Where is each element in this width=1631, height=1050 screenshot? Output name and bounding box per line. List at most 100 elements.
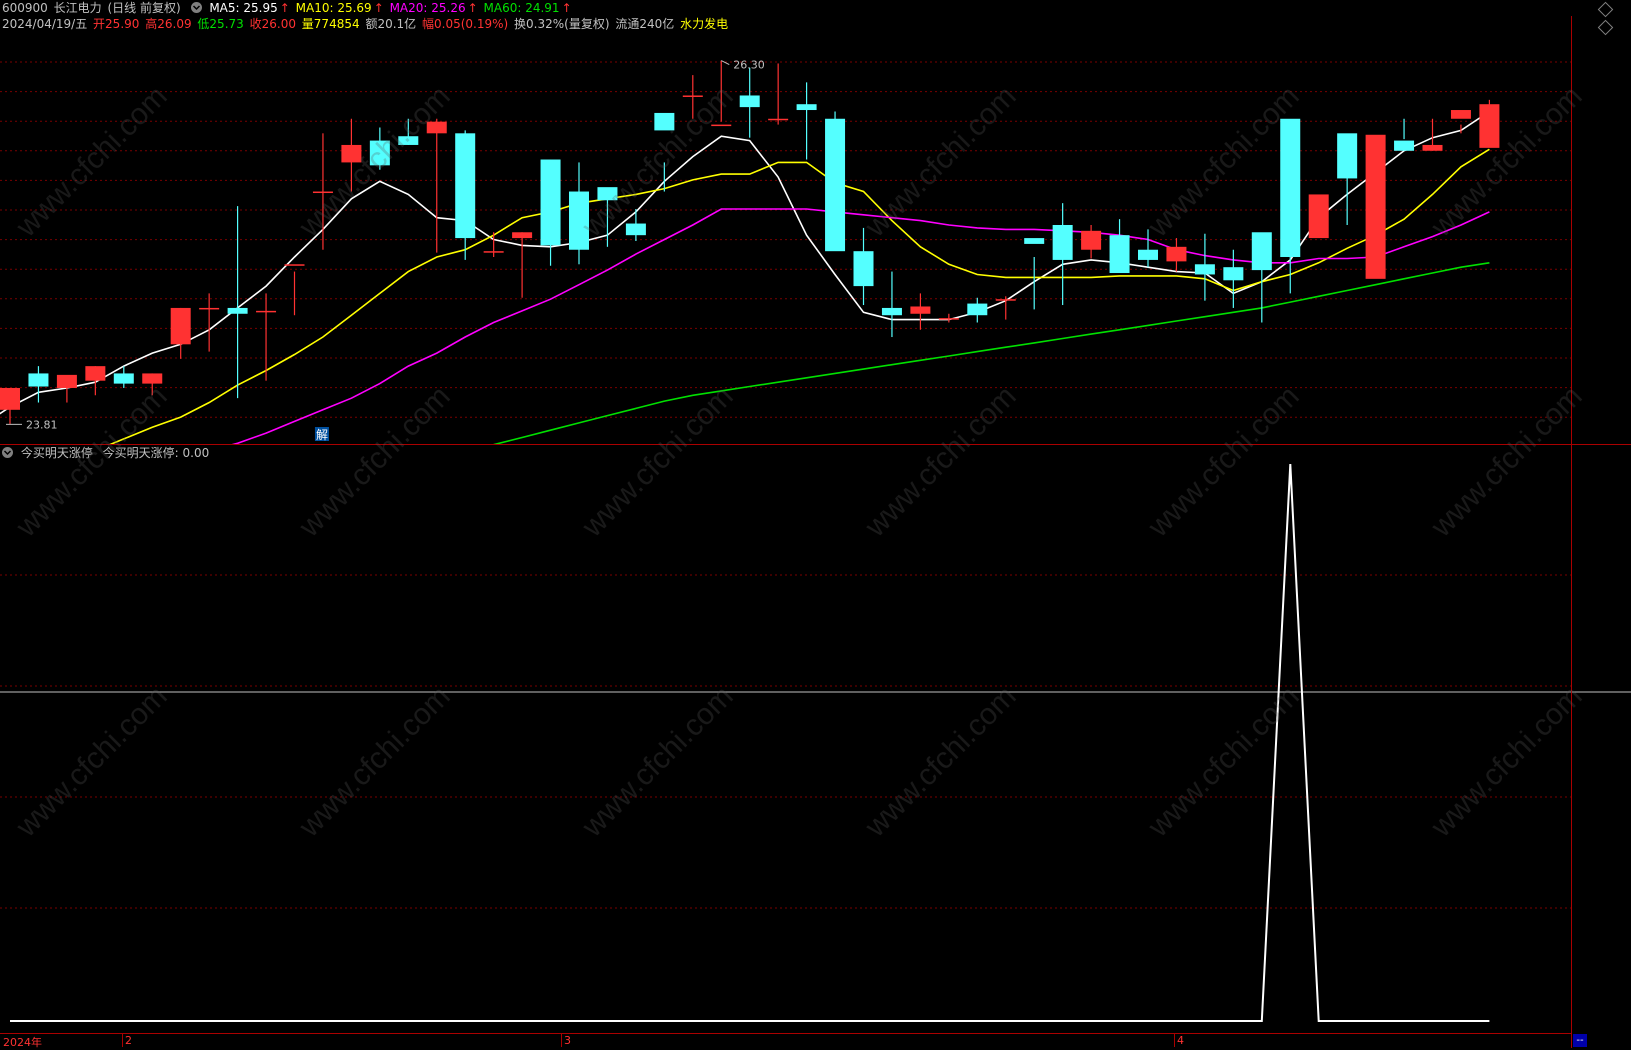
candle-body (711, 124, 732, 127)
candle[interactable] (1280, 118, 1301, 294)
kline-chart[interactable]: 26.30 23.81 解 (0, 38, 1631, 444)
date-tick-mar (561, 1034, 562, 1047)
volume: 量774854 (301, 17, 360, 31)
candle[interactable] (540, 159, 561, 266)
indicator-toggle-icon[interactable] (2, 447, 13, 458)
ma5-label: MA5: 25.95 (209, 1, 278, 15)
candle[interactable] (398, 118, 419, 145)
change: 幅0.05(0.19%) (422, 17, 509, 31)
candle-body (426, 121, 447, 134)
indicator-name: 今买明天涨停 (20, 446, 93, 460)
date-label-feb: 2 (125, 1034, 132, 1047)
indicator-header: 今买明天涨停 今买明天涨停: 0.00 (2, 445, 211, 461)
candle-body (483, 251, 504, 253)
candle[interactable] (1052, 203, 1073, 306)
candle-body (1138, 249, 1158, 260)
candle[interactable] (1422, 118, 1443, 151)
amount: 额20.1亿 (365, 17, 417, 31)
candle[interactable] (455, 130, 476, 260)
candle-body (1394, 140, 1415, 151)
candle-body (1223, 267, 1244, 281)
candle[interactable] (1365, 134, 1386, 279)
candle-body (654, 112, 675, 131)
max-annotation-pointer-icon (721, 60, 730, 65)
candle-body (881, 307, 902, 316)
candle[interactable] (1194, 233, 1215, 301)
candle[interactable] (142, 373, 163, 396)
candle[interactable] (1308, 194, 1329, 239)
ma60-label: MA60: 24.91 (483, 1, 560, 15)
candle[interactable] (199, 293, 220, 352)
candle[interactable] (512, 232, 533, 298)
candle[interactable] (426, 118, 447, 253)
candle-body (1194, 264, 1215, 275)
candle-body (1337, 133, 1358, 179)
date-axis-button[interactable]: -- (1573, 1034, 1587, 1047)
candle-body (1450, 110, 1471, 119)
candle-body (938, 318, 959, 320)
candle[interactable] (938, 313, 959, 323)
candle-body (170, 307, 191, 345)
candle[interactable] (739, 67, 760, 138)
candle[interactable] (796, 82, 817, 160)
candle-body (398, 136, 419, 145)
candle-body (227, 307, 248, 314)
candle[interactable] (1166, 238, 1187, 272)
collapse-diamond-icon[interactable] (1597, 19, 1614, 36)
indicator-chart[interactable] (0, 460, 1631, 1033)
pane-separator[interactable] (0, 444, 1631, 445)
candle[interactable] (1479, 99, 1500, 148)
candle-body (995, 299, 1016, 301)
ma60-arrow-icon: ↑ (561, 1, 572, 15)
date-tick-feb (122, 1034, 123, 1047)
expand-diamond-icon[interactable] (1597, 1, 1614, 18)
candle[interactable] (256, 293, 277, 381)
close-price: 收26.00 (249, 17, 296, 31)
candle[interactable] (28, 366, 49, 403)
candle-body (1052, 224, 1073, 260)
candle-body (1280, 118, 1301, 258)
ma20-arrow-icon: ↑ (467, 1, 478, 15)
candle[interactable] (625, 208, 646, 241)
candle[interactable] (995, 296, 1016, 320)
candle-body (199, 307, 220, 310)
candle[interactable] (1394, 118, 1415, 151)
candle-body (256, 310, 277, 313)
candle[interactable] (881, 271, 902, 338)
candle[interactable] (341, 118, 362, 192)
candle[interactable] (1138, 229, 1158, 268)
candle-body (1024, 238, 1045, 244)
candle[interactable] (682, 75, 703, 119)
candle[interactable] (711, 60, 732, 127)
candle[interactable] (654, 112, 675, 192)
candle[interactable] (85, 366, 106, 396)
candle[interactable] (483, 232, 504, 258)
candle[interactable] (369, 127, 390, 170)
candle[interactable] (1081, 224, 1102, 259)
candle-body (910, 306, 931, 314)
date-tick-apr (1174, 1034, 1175, 1047)
stock-code: 600900 (2, 1, 48, 15)
candle-body (796, 104, 817, 111)
candle[interactable] (825, 111, 846, 252)
candle[interactable] (597, 187, 618, 247)
candle-body (597, 187, 618, 201)
candle-body (455, 133, 476, 239)
candle[interactable] (284, 264, 305, 316)
candle-body (825, 118, 846, 252)
candle-body (113, 373, 134, 384)
candle[interactable] (768, 63, 789, 125)
candle[interactable] (910, 293, 931, 330)
candle-body (967, 303, 988, 316)
stock-name: 长江电力 (53, 1, 102, 15)
candle-body (312, 191, 333, 194)
candle[interactable] (1109, 219, 1130, 274)
settings-toggle-icon[interactable] (190, 2, 202, 13)
candle[interactable] (967, 297, 988, 323)
ma10-arrow-icon: ↑ (373, 1, 384, 15)
candle[interactable] (0, 387, 20, 425)
indicator-line (10, 463, 1490, 1022)
candle[interactable] (569, 162, 589, 265)
candle[interactable] (170, 307, 191, 359)
candle[interactable] (1337, 133, 1358, 225)
